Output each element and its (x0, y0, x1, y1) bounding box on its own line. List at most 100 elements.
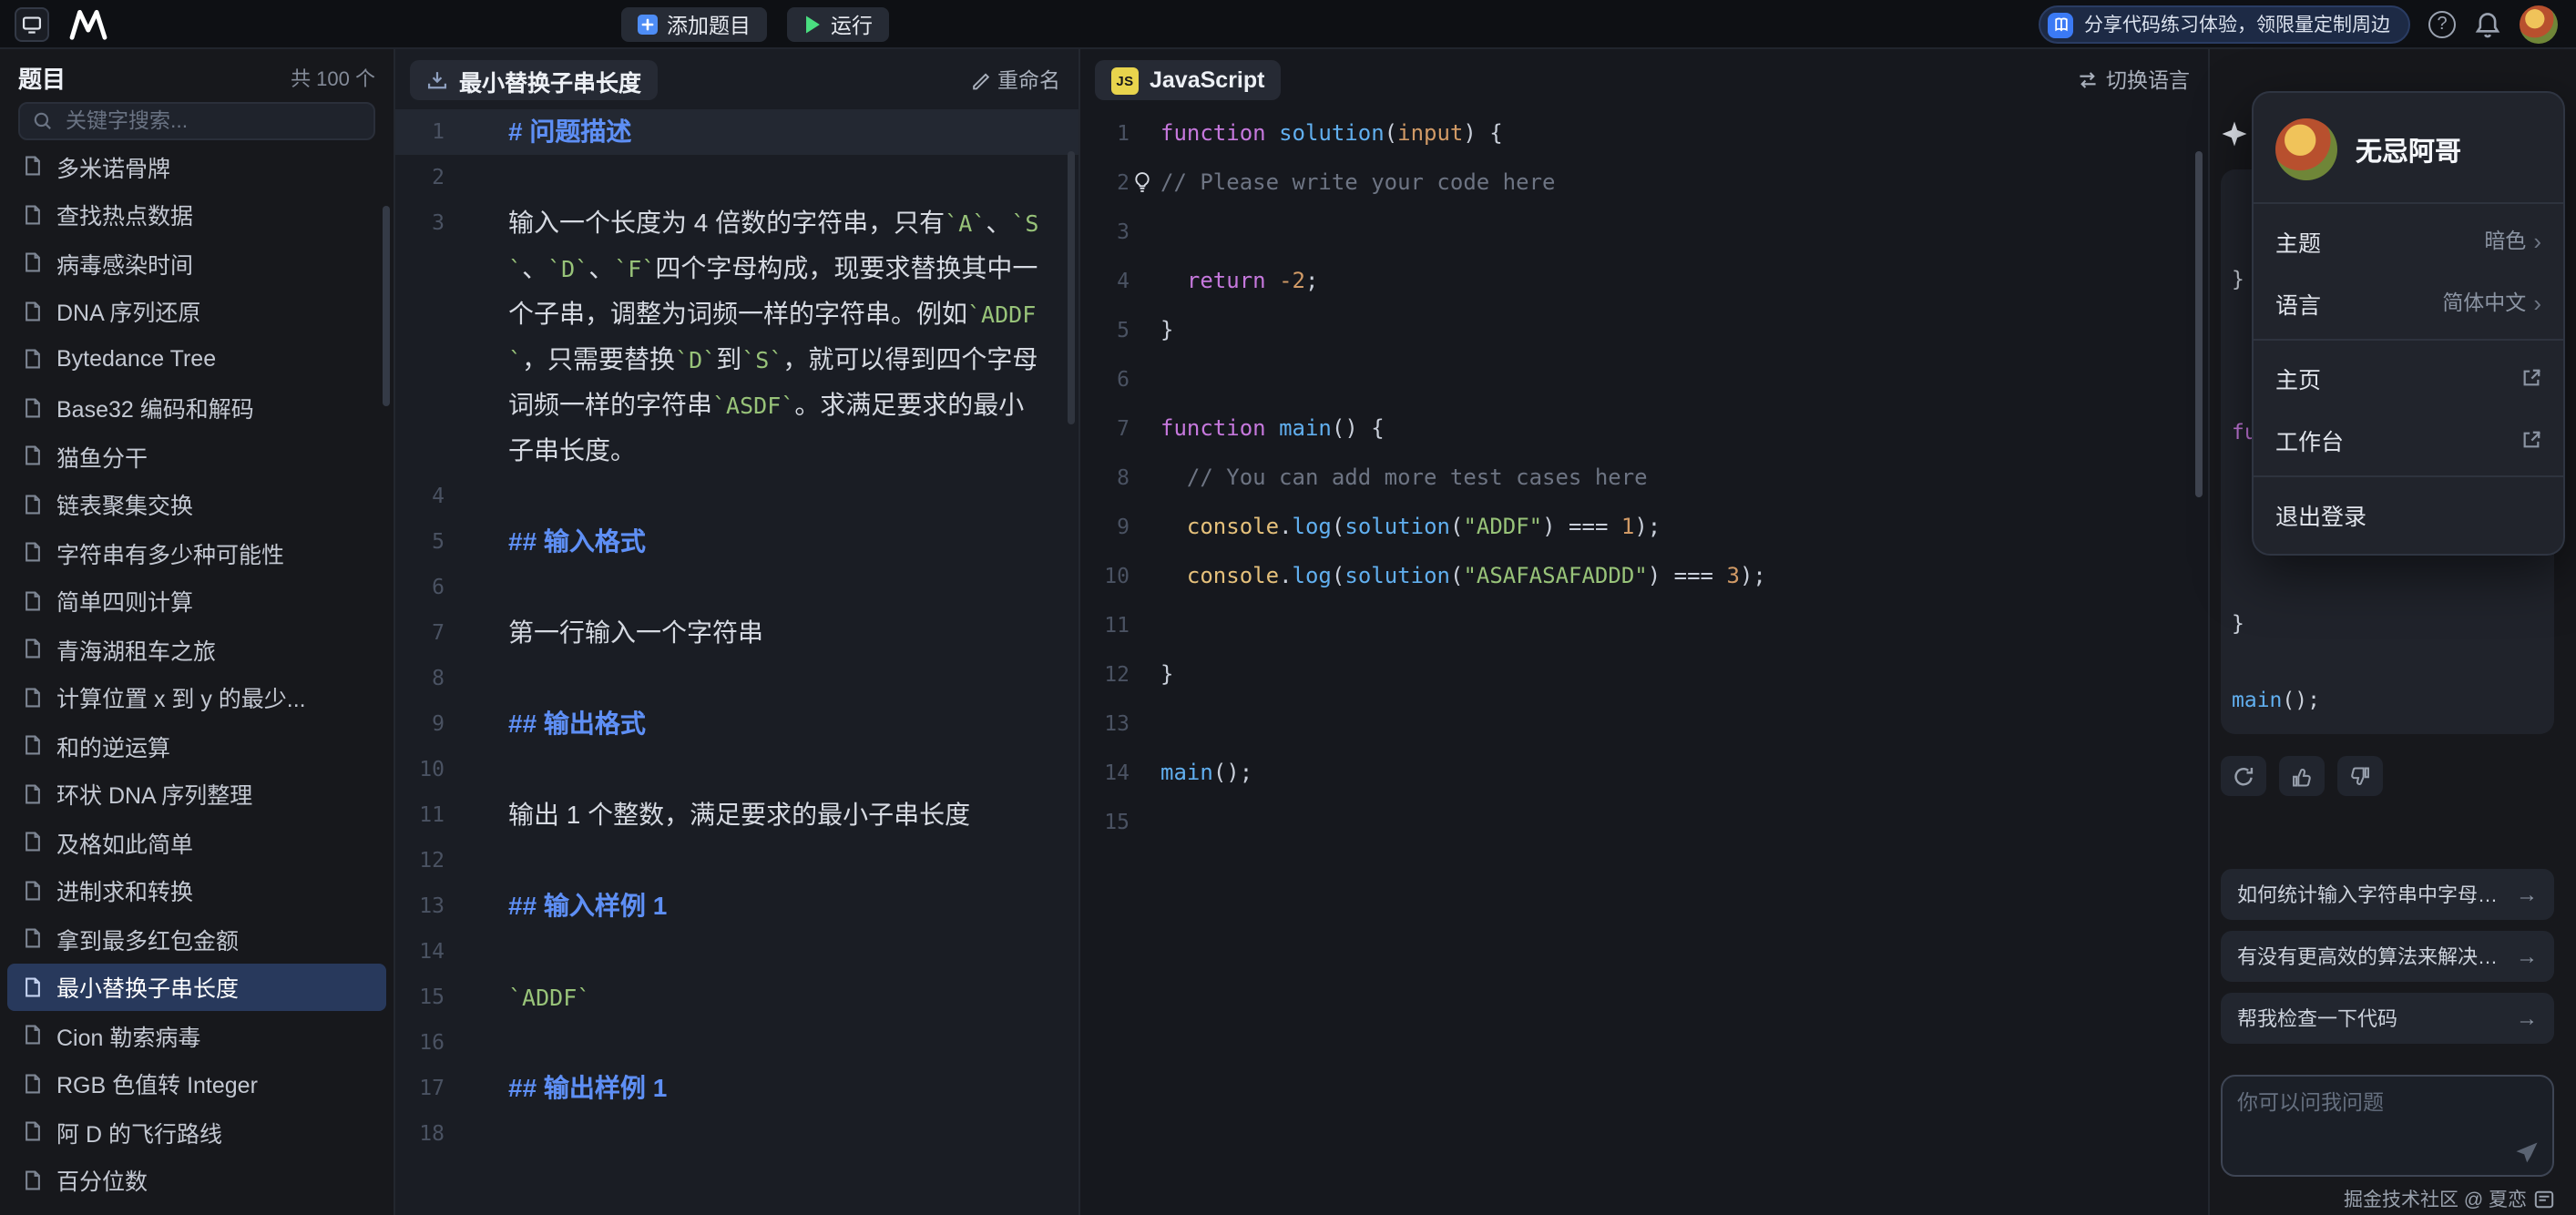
sidebar-item[interactable]: Bytedance Tree (7, 335, 386, 383)
code-line-content: // Please write your code here (1160, 158, 2208, 208)
sidebar-item-label: 计算位置 x 到 y 的最少... (56, 680, 306, 715)
line-number: 6 (1080, 355, 1160, 404)
dislike-button[interactable] (2337, 756, 2383, 796)
code-line: 8 // You can add more test cases here (1080, 454, 2208, 503)
suggestion-chip[interactable]: 如何统计输入字符串中字母的词频? → (2221, 869, 2554, 920)
line-number: 3 (395, 200, 475, 474)
problem-title-pill[interactable]: 最小替换子串长度 (410, 60, 658, 100)
add-problem-button[interactable]: 添加题目 (621, 7, 767, 42)
menu-item[interactable]: 主题暗色› (2254, 209, 2563, 271)
document-icon (22, 204, 44, 226)
like-button[interactable] (2279, 756, 2325, 796)
sidebar-item[interactable]: 青海湖租车之旅 (7, 625, 386, 673)
code-line: 12} (1080, 650, 2208, 699)
sidebar-item[interactable]: 最小替换子串长度 (7, 963, 386, 1011)
code-scrollbar-thumb[interactable] (2195, 151, 2203, 497)
switch-language-button[interactable]: 切换语言 (2077, 66, 2190, 95)
sidebar-item[interactable]: 计算位置 x 到 y 的最少... (7, 673, 386, 721)
menu-divider (2254, 475, 2563, 477)
md-line-content: ## 输入样例 1 (475, 883, 1078, 929)
rename-label: 重命名 (997, 66, 1060, 95)
md-line-content: 输出 1 个整数，满足要求的最小子串长度 (475, 792, 1078, 838)
sidebar-item[interactable]: 拿到最多红包金额 (7, 914, 386, 963)
rename-button[interactable]: 重命名 (970, 66, 1060, 95)
code-line: 7function main() { (1080, 404, 2208, 454)
document-icon (22, 832, 44, 853)
sidebar-item[interactable]: 病毒感染时间 (7, 239, 386, 287)
md-line: 5## 输入格式 (395, 519, 1078, 565)
sidebar-item[interactable]: 多米诺骨牌 (7, 142, 386, 190)
sidebar-item[interactable]: … (7, 1204, 386, 1215)
search-input[interactable] (62, 108, 361, 134)
code-editor[interactable]: 1function solution(input) {2// Please wr… (1080, 109, 2208, 847)
line-number: 9 (1080, 503, 1160, 552)
user-menu-header: 无忌阿哥 (2254, 102, 2563, 197)
code-line-content: console.log(solution("ASAFASAFADDD") ===… (1160, 552, 2208, 601)
sidebar-scrollbar-thumb[interactable] (383, 206, 390, 406)
sidebar-item[interactable]: DNA 序列还原 (7, 287, 386, 335)
menu-item[interactable]: 语言简体中文› (2254, 271, 2563, 333)
menu-item[interactable]: 工作台 (2254, 408, 2563, 470)
sidebar-item-label: 阿 D 的飞行路线 (56, 1115, 222, 1149)
code-line-content: function solution(input) { (1160, 109, 2208, 158)
monitor-icon (20, 13, 44, 36)
problem-list: 多米诺骨牌查找热点数据病毒感染时间DNA 序列还原Bytedance TreeB… (0, 142, 394, 1215)
sidebar-item[interactable]: Base32 编码和解码 (7, 383, 386, 432)
sidebar-item-label: 查找热点数据 (56, 198, 193, 232)
sidebar-item[interactable]: 字符串有多少种可能性 (7, 528, 386, 577)
run-button[interactable]: 运行 (787, 7, 889, 42)
document-icon (22, 1169, 44, 1191)
sidebar-item-label: 字符串有多少种可能性 (56, 536, 284, 570)
sidebar-item[interactable]: 查找热点数据 (7, 190, 386, 239)
sidebar-item[interactable]: 进制求和转换 (7, 866, 386, 914)
menu-item[interactable]: 退出登录 (2254, 483, 2563, 545)
send-icon[interactable] (2514, 1140, 2540, 1166)
sidebar-item[interactable]: Cion 勒索病毒 (7, 1011, 386, 1059)
book-icon (2048, 12, 2073, 37)
lightbulb-icon[interactable] (1131, 171, 1153, 193)
chip-label: 如何统计输入字符串中字母的词频? (2237, 880, 2505, 909)
sidebar-item[interactable]: RGB 色值转 Integer (7, 1059, 386, 1108)
document-icon (22, 301, 44, 322)
regenerate-button[interactable] (2221, 756, 2266, 796)
code-line-content: console.log(solution("ADDF") === 1); (1160, 503, 2208, 552)
user-avatar[interactable] (2520, 5, 2558, 44)
line-number: 7 (395, 610, 475, 656)
md-line: 6 (395, 565, 1078, 610)
document-icon (22, 783, 44, 805)
code-line: 4 return -2; (1080, 257, 2208, 306)
suggestion-chip[interactable]: 有没有更高效的算法来解决这个问...→ (2221, 931, 2554, 982)
markdown-editor[interactable]: 1# 问题描述23输入一个长度为 4 倍数的字符串，只有`A`、`S`、`D`、… (395, 109, 1078, 1157)
bell-icon[interactable] (2474, 11, 2501, 38)
code-line: 14main(); (1080, 749, 2208, 798)
problem-sidebar: 题目 共 100 个 多米诺骨牌查找热点数据病毒感染时间DNA 序列还原Byte… (0, 49, 395, 1215)
sidebar-item[interactable]: 阿 D 的飞行路线 (7, 1108, 386, 1156)
menu-item-value: 暗色› (2484, 226, 2541, 255)
app-logo-icon[interactable] (15, 7, 49, 42)
problem-panel: 最小替换子串长度 重命名 1# 问题描述23输入一个长度为 4 倍数的字符串，只… (395, 49, 1080, 1215)
sidebar-item[interactable]: 猫鱼分干 (7, 432, 386, 480)
help-icon[interactable]: ? (2428, 11, 2456, 38)
sidebar-item[interactable]: 和的逆运算 (7, 721, 386, 770)
sidebar-item[interactable]: 及格如此简单 (7, 818, 386, 866)
suggestion-chip[interactable]: 帮我检查一下代码→ (2221, 993, 2554, 1044)
problem-scrollbar-thumb[interactable] (1068, 151, 1075, 424)
arrow-right-icon: → (2516, 882, 2538, 907)
sidebar-item[interactable]: 百分位数 (7, 1156, 386, 1204)
menu-item[interactable]: 主页 (2254, 346, 2563, 408)
sidebar-item[interactable]: 链表聚集交换 (7, 480, 386, 528)
code-line: 9 console.log(solution("ADDF") === 1); (1080, 503, 2208, 552)
ai-question-input[interactable] (2223, 1077, 2552, 1175)
sidebar-item[interactable]: 简单四则计算 (7, 577, 386, 625)
brand-logo[interactable] (67, 9, 109, 40)
line-number: 11 (395, 792, 475, 838)
sidebar-item[interactable]: 环状 DNA 序列整理 (7, 770, 386, 818)
search-box (18, 102, 375, 140)
promo-banner[interactable]: 分享代码练习体验，领限量定制周边 (2039, 5, 2410, 44)
pencil-icon (970, 70, 990, 90)
ai-message-actions (2221, 756, 2554, 796)
document-icon (22, 735, 44, 757)
ai-code-line (2232, 643, 2554, 681)
sidebar-item-label: 最小替换子串长度 (56, 970, 239, 1005)
chevron-right-icon: › (2533, 291, 2541, 314)
